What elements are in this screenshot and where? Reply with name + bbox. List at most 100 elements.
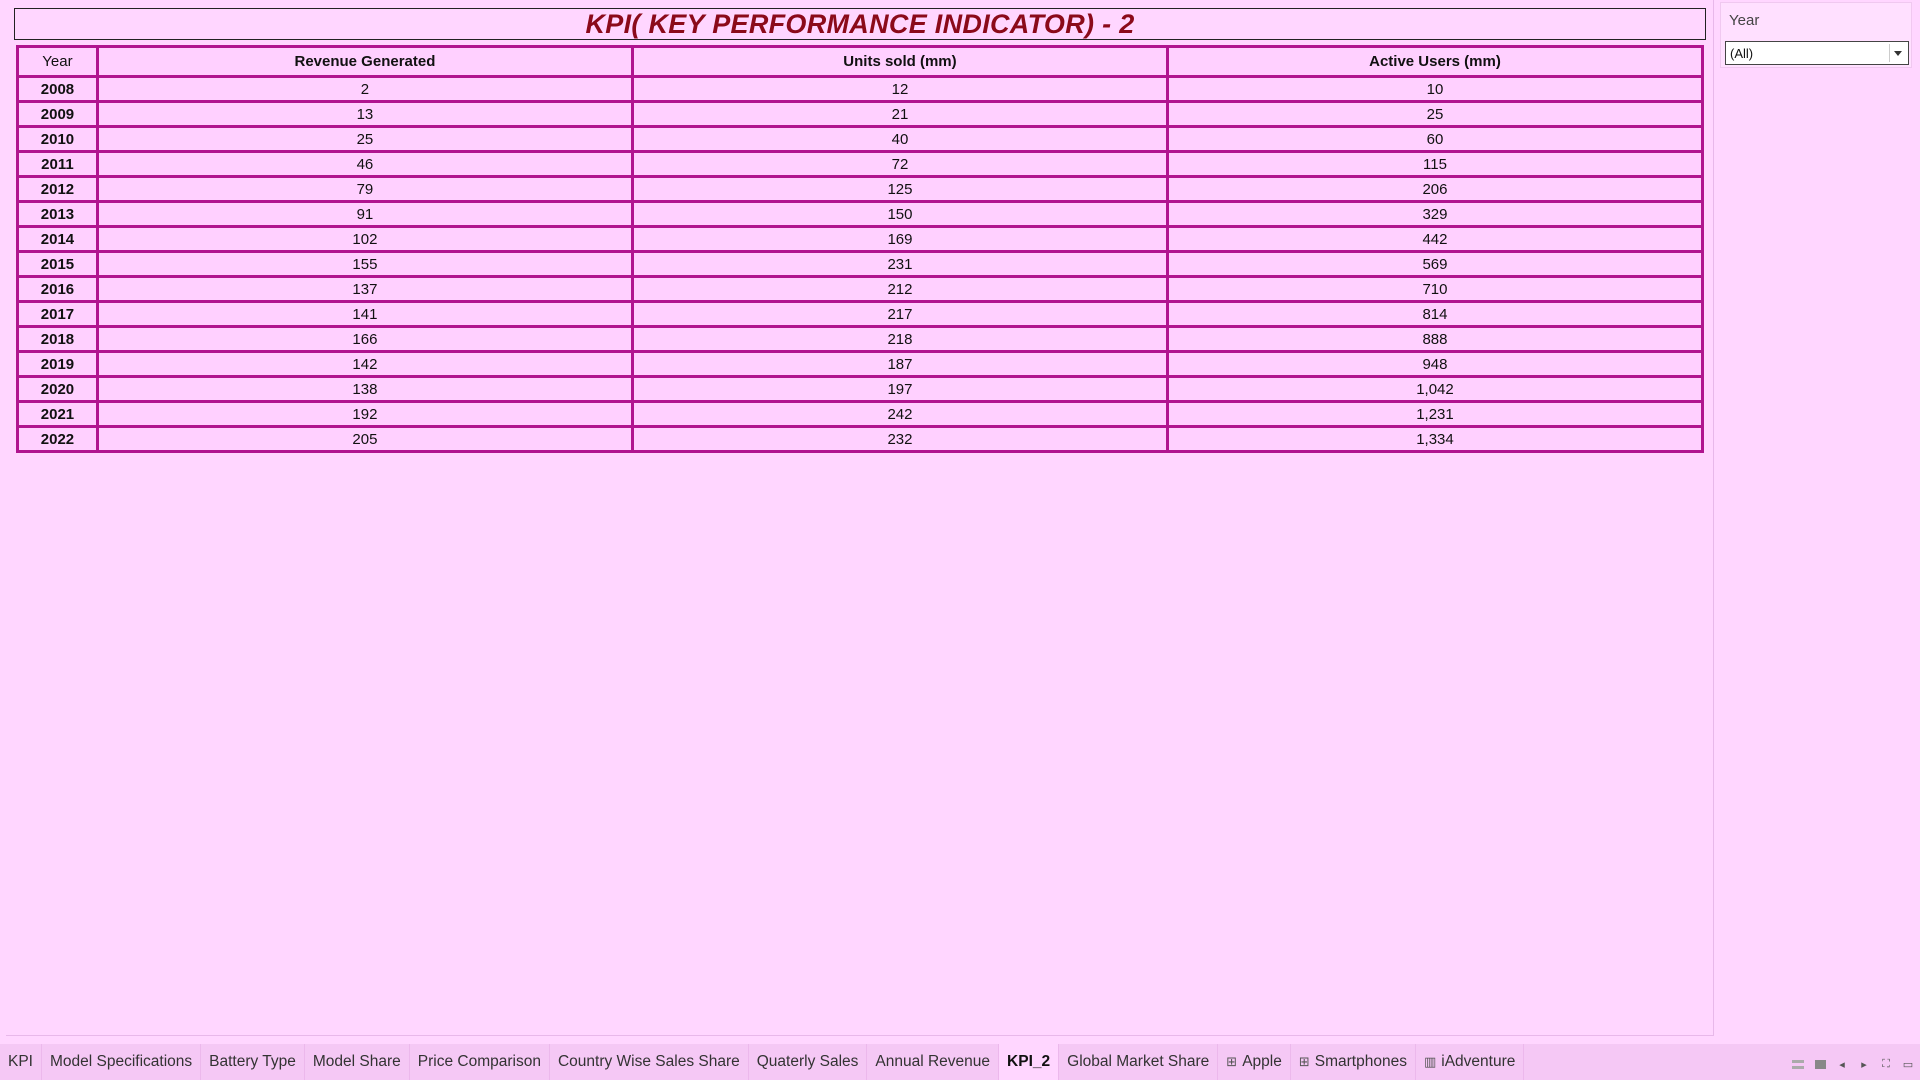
column-header-users[interactable]: Active Users (mm) <box>1165 45 1705 78</box>
sheet-tab-smartphones[interactable]: ⊞ Smartphones <box>1291 1044 1416 1080</box>
users-cell[interactable]: 25 <box>1165 100 1705 128</box>
year-cell[interactable]: 2019 <box>16 350 99 378</box>
revenue-cell[interactable]: 102 <box>95 225 634 253</box>
filter-selected-value: (All) <box>1730 45 1754 61</box>
sheet-tab-annual-revenue[interactable]: Annual Revenue <box>867 1044 1000 1080</box>
revenue-cell[interactable]: 137 <box>95 275 634 303</box>
users-cell[interactable]: 569 <box>1165 250 1705 278</box>
users-cell[interactable]: 206 <box>1165 175 1705 203</box>
year-cell[interactable]: 2009 <box>16 100 99 128</box>
year-cell[interactable]: 2016 <box>16 275 99 303</box>
revenue-cell[interactable]: 141 <box>95 300 634 328</box>
users-cell[interactable]: 710 <box>1165 275 1705 303</box>
column-header-revenue[interactable]: Revenue Generated <box>95 45 634 78</box>
users-cell[interactable]: 888 <box>1165 325 1705 353</box>
show-filmstrip-icon[interactable] <box>1792 1058 1804 1070</box>
table-row: 2009 13 21 25 <box>16 100 1705 128</box>
units-cell[interactable]: 40 <box>630 125 1169 153</box>
revenue-cell[interactable]: 2 <box>95 75 634 103</box>
sheet-tab-label: Annual Revenue <box>875 1053 991 1070</box>
sheet-tab-kpi[interactable]: KPI <box>0 1044 42 1080</box>
units-cell[interactable]: 125 <box>630 175 1169 203</box>
revenue-cell[interactable]: 192 <box>95 400 634 428</box>
sheet-tab-quaterly-sales[interactable]: Quaterly Sales <box>749 1044 868 1080</box>
year-cell[interactable]: 2020 <box>16 375 99 403</box>
year-cell[interactable]: 2015 <box>16 250 99 278</box>
users-cell[interactable]: 814 <box>1165 300 1705 328</box>
users-cell[interactable]: 329 <box>1165 200 1705 228</box>
sheet-tab-model-share[interactable]: Model Share <box>305 1044 410 1080</box>
column-header-units[interactable]: Units sold (mm) <box>630 45 1169 78</box>
units-cell[interactable]: 231 <box>630 250 1169 278</box>
users-cell[interactable]: 60 <box>1165 125 1705 153</box>
page-title: KPI( KEY PERFORMANCE INDICATOR) - 2 <box>585 8 1135 39</box>
sheet-tab-global-market-share[interactable]: Global Market Share <box>1059 1044 1219 1080</box>
units-cell[interactable]: 21 <box>630 100 1169 128</box>
users-cell[interactable]: 115 <box>1165 150 1705 178</box>
year-cell[interactable]: 2022 <box>16 425 99 453</box>
revenue-cell[interactable]: 138 <box>95 375 634 403</box>
revenue-cell[interactable]: 142 <box>95 350 634 378</box>
revenue-cell[interactable]: 25 <box>95 125 634 153</box>
year-cell[interactable]: 2011 <box>16 150 99 178</box>
revenue-cell[interactable]: 91 <box>95 200 634 228</box>
units-cell[interactable]: 217 <box>630 300 1169 328</box>
units-cell[interactable]: 212 <box>630 275 1169 303</box>
table-row: 2012 79 125 206 <box>16 175 1705 203</box>
sheet-tab-battery-type[interactable]: Battery Type <box>201 1044 305 1080</box>
year-filter-dropdown[interactable]: (All) <box>1725 41 1909 65</box>
dashboard-icon: ⊞ <box>1226 1054 1238 1069</box>
revenue-cell[interactable]: 13 <box>95 100 634 128</box>
units-cell[interactable]: 169 <box>630 225 1169 253</box>
units-cell[interactable]: 12 <box>630 75 1169 103</box>
sheet-tab-apple[interactable]: ⊞ Apple <box>1218 1044 1291 1080</box>
sheet-tab-label: KPI <box>8 1053 33 1070</box>
fullscreen-icon[interactable]: ⛶ <box>1880 1058 1892 1070</box>
sheet-tab-country-wise-sales-share[interactable]: Country Wise Sales Share <box>550 1044 749 1080</box>
sheet-tab-label: iAdventure <box>1441 1053 1516 1070</box>
year-cell[interactable]: 2021 <box>16 400 99 428</box>
chevron-down-icon[interactable] <box>1894 51 1902 56</box>
revenue-cell[interactable]: 79 <box>95 175 634 203</box>
next-sheet-icon[interactable]: ▸ <box>1858 1058 1870 1071</box>
year-cell[interactable]: 2018 <box>16 325 99 353</box>
users-cell[interactable]: 1,334 <box>1165 425 1705 453</box>
year-cell[interactable]: 2010 <box>16 125 99 153</box>
units-cell[interactable]: 197 <box>630 375 1169 403</box>
previous-sheet-icon[interactable]: ◂ <box>1836 1058 1848 1071</box>
sheet-tab-iadventure[interactable]: ▥ iAdventure <box>1416 1044 1525 1080</box>
tab-controls: ◂ ▸ ⛶ ▭ <box>1792 1058 1914 1071</box>
year-filter-panel: Year (All) <box>1720 2 1912 68</box>
revenue-cell[interactable]: 155 <box>95 250 634 278</box>
users-cell[interactable]: 1,042 <box>1165 375 1705 403</box>
units-cell[interactable]: 72 <box>630 150 1169 178</box>
year-cell[interactable]: 2013 <box>16 200 99 228</box>
sheet-tab-label: Price Comparison <box>417 1053 541 1070</box>
table-row: 2015 155 231 569 <box>16 250 1705 278</box>
users-cell[interactable]: 1,231 <box>1165 400 1705 428</box>
units-cell[interactable]: 218 <box>630 325 1169 353</box>
year-cell[interactable]: 2014 <box>16 225 99 253</box>
presentation-mode-icon[interactable]: ▭ <box>1902 1058 1914 1071</box>
units-cell[interactable]: 232 <box>630 425 1169 453</box>
sheet-tab-price-comparison[interactable]: Price Comparison <box>410 1044 550 1080</box>
users-cell[interactable]: 948 <box>1165 350 1705 378</box>
table-header-row: Year Revenue Generated Units sold (mm) A… <box>16 45 1705 78</box>
table-row: 2014 102 169 442 <box>16 225 1705 253</box>
users-cell[interactable]: 10 <box>1165 75 1705 103</box>
revenue-cell[interactable]: 46 <box>95 150 634 178</box>
show-sheet-icon[interactable] <box>1814 1058 1826 1070</box>
year-cell[interactable]: 2017 <box>16 300 99 328</box>
kpi-table: Year Revenue Generated Units sold (mm) A… <box>16 45 1705 453</box>
column-header-year[interactable]: Year <box>16 45 99 78</box>
year-cell[interactable]: 2008 <box>16 75 99 103</box>
users-cell[interactable]: 442 <box>1165 225 1705 253</box>
revenue-cell[interactable]: 166 <box>95 325 634 353</box>
units-cell[interactable]: 187 <box>630 350 1169 378</box>
sheet-tab-kpi-2[interactable]: KPI_2 <box>999 1044 1060 1080</box>
units-cell[interactable]: 150 <box>630 200 1169 228</box>
units-cell[interactable]: 242 <box>630 400 1169 428</box>
revenue-cell[interactable]: 205 <box>95 425 634 453</box>
year-cell[interactable]: 2012 <box>16 175 99 203</box>
sheet-tab-model-specifications[interactable]: Model Specifications <box>42 1044 202 1080</box>
